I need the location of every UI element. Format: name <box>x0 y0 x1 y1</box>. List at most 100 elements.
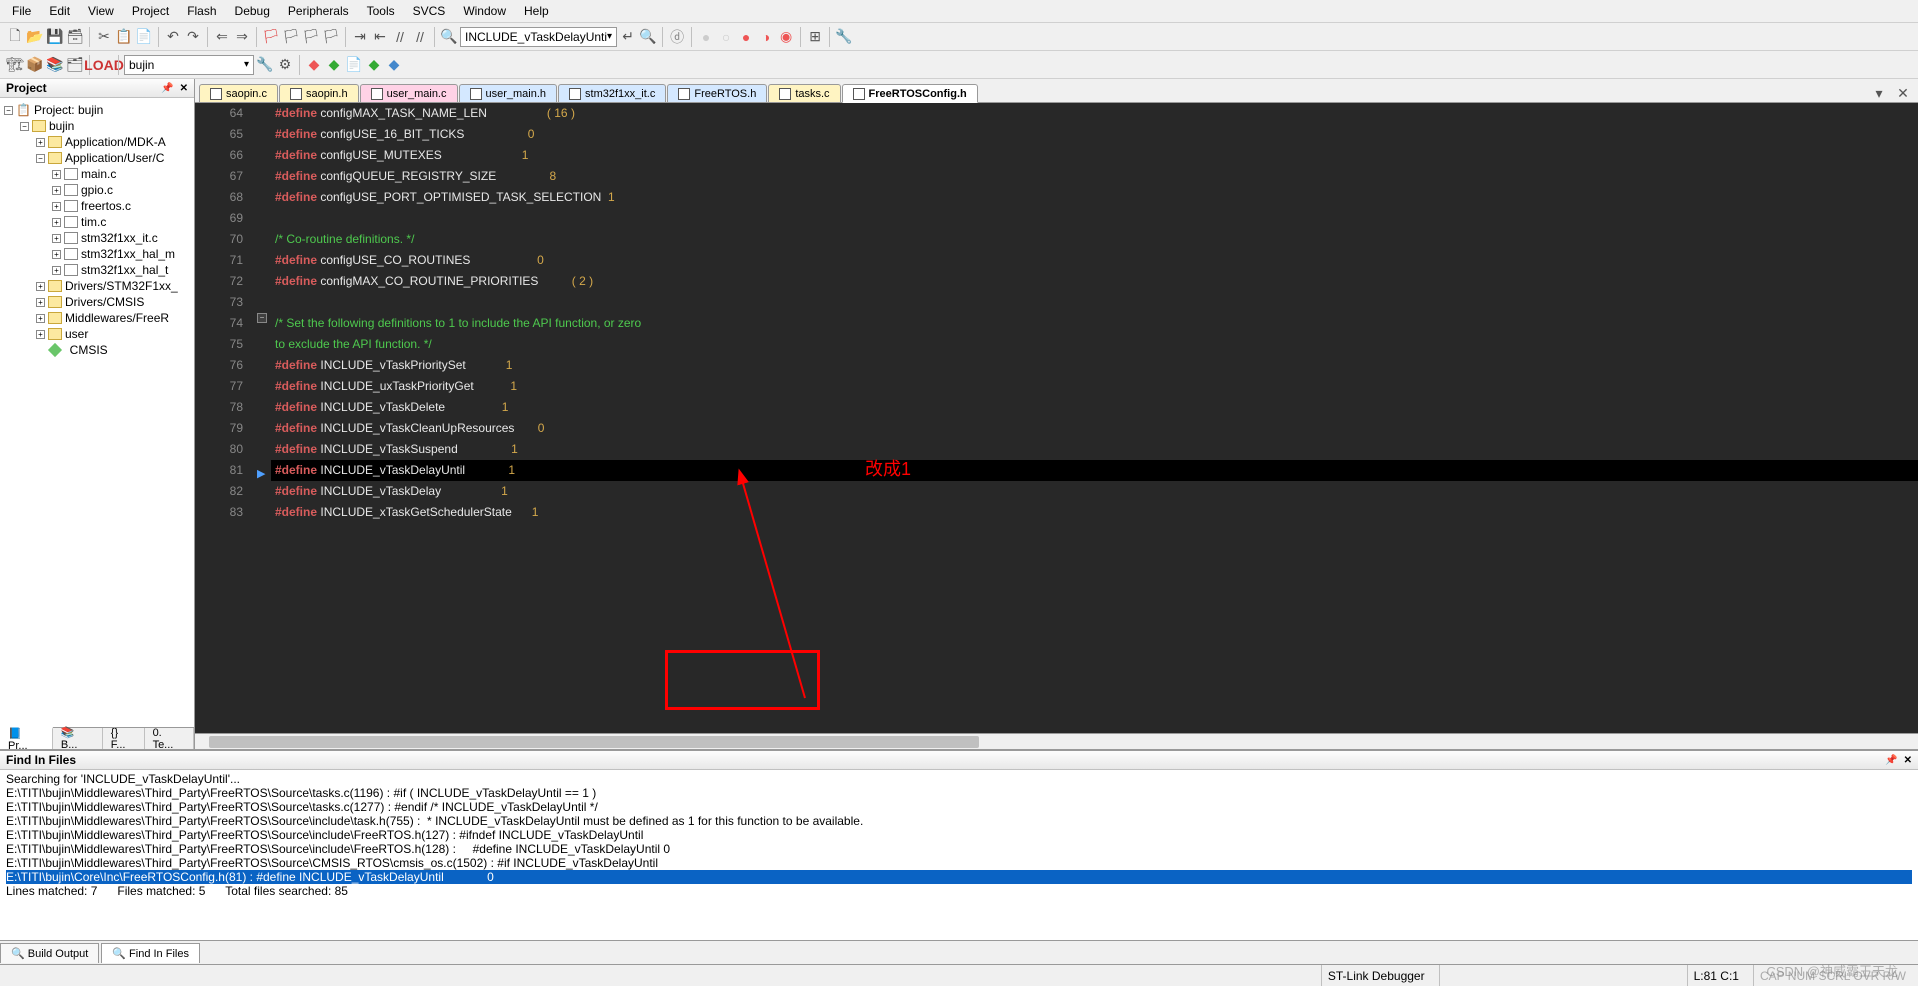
tree-group[interactable]: + user <box>2 326 192 342</box>
code-line[interactable]: 67#define configQUEUE_REGISTRY_SIZE 8 <box>195 166 1918 187</box>
editor-tab-saopin.c[interactable]: saopin.c <box>199 84 278 102</box>
bookmark-next-icon[interactable]: 🏳 <box>302 28 320 46</box>
options-icon[interactable]: 🔧 <box>256 56 274 74</box>
find-result-line[interactable]: E:\TITI\bujin\Middlewares\Third_Party\Fr… <box>6 800 1912 814</box>
rte-icon[interactable]: ◆ <box>325 56 343 74</box>
download-icon[interactable]: LOAD <box>95 56 113 74</box>
code-line[interactable]: 74−/* Set the following definitions to 1… <box>195 313 1918 334</box>
save-icon[interactable]: 💾 <box>46 28 64 46</box>
find-result-selected[interactable]: E:\TITI\bujin\Core\Inc\FreeRTOSConfig.h(… <box>6 870 1912 884</box>
comment-icon[interactable]: // <box>391 28 409 46</box>
tree-file[interactable]: + stm32f1xx_hal_t <box>2 262 192 278</box>
code-line[interactable]: 66#define configUSE_MUTEXES 1 <box>195 145 1918 166</box>
bp2-icon[interactable]: ○ <box>717 28 735 46</box>
editor-tab-FreeRTOS.h[interactable]: FreeRTOS.h <box>667 84 767 102</box>
cut-icon[interactable]: ✂ <box>95 28 113 46</box>
tree-file[interactable]: + stm32f1xx_it.c <box>2 230 192 246</box>
code-line[interactable]: 80#define INCLUDE_vTaskSuspend 1 <box>195 439 1918 460</box>
bookmark-icon[interactable]: 🏳 <box>262 28 280 46</box>
menu-debug[interactable]: Debug <box>227 2 278 20</box>
menu-tools[interactable]: Tools <box>359 2 403 20</box>
tree-file[interactable]: + main.c <box>2 166 192 182</box>
tree-file[interactable]: + freertos.c <box>2 198 192 214</box>
editor-tab-user_main.c[interactable]: user_main.c <box>360 84 458 102</box>
editor-tab-tasks.c[interactable]: tasks.c <box>768 84 840 102</box>
nav-back-icon[interactable]: ⇐ <box>213 28 231 46</box>
editor-tab-user_main.h[interactable]: user_main.h <box>459 84 558 102</box>
tab-dropdown-icon[interactable]: ▾ <box>1870 84 1888 102</box>
find-icon[interactable]: 🔍 <box>440 28 458 46</box>
bp5-icon[interactable]: ◉ <box>777 28 795 46</box>
project-tree[interactable]: −📋 Project: bujin− bujin+ Application/MD… <box>0 98 194 727</box>
code-line[interactable]: 68#define configUSE_PORT_OPTIMISED_TASK_… <box>195 187 1918 208</box>
menu-edit[interactable]: Edit <box>41 2 78 20</box>
tree-file[interactable]: + tim.c <box>2 214 192 230</box>
code-line[interactable]: 83#define INCLUDE_xTaskGetSchedulerState… <box>195 502 1918 523</box>
code-line[interactable]: 81▶#define INCLUDE_vTaskDelayUntil 1 <box>195 460 1918 481</box>
horizontal-scrollbar[interactable] <box>195 733 1918 749</box>
target-dropdown[interactable]: bujin <box>124 55 254 75</box>
editor-tab-saopin.h[interactable]: saopin.h <box>279 84 359 102</box>
menu-flash[interactable]: Flash <box>179 2 224 20</box>
menu-svcs[interactable]: SVCS <box>405 2 454 20</box>
close-icon[interactable]: ✕ <box>1904 755 1912 766</box>
find-result-line[interactable]: E:\TITI\bujin\Middlewares\Third_Party\Fr… <box>6 828 1912 842</box>
manage-icon[interactable]: ◆ <box>305 56 323 74</box>
tab-close-icon[interactable]: ✕ <box>1894 84 1912 102</box>
code-editor[interactable]: 64#define configMAX_TASK_NAME_LEN ( 16 )… <box>195 103 1918 733</box>
find-result-line[interactable]: Searching for 'INCLUDE_vTaskDelayUntil'.… <box>6 772 1912 786</box>
bookmark-clear-icon[interactable]: 🏳 <box>322 28 340 46</box>
find-result-line[interactable]: E:\TITI\bujin\Middlewares\Third_Party\Fr… <box>6 786 1912 800</box>
editor-tab-stm32f1xx_it.c[interactable]: stm32f1xx_it.c <box>558 84 666 102</box>
menu-window[interactable]: Window <box>455 2 514 20</box>
breakpoint-icon[interactable]: ● <box>697 28 715 46</box>
books-icon[interactable]: ◆ <box>365 56 383 74</box>
code-line[interactable]: 76#define INCLUDE_vTaskPrioritySet 1 <box>195 355 1918 376</box>
find-tab[interactable]: 🔍 Find In Files <box>101 943 200 963</box>
file-ext-icon[interactable]: 📄 <box>345 56 363 74</box>
bottom-tab[interactable]: {} F... <box>103 728 145 749</box>
code-line[interactable]: 73 <box>195 292 1918 313</box>
menu-file[interactable]: File <box>4 2 39 20</box>
bp4-icon[interactable]: ◑ <box>757 28 775 46</box>
copy-icon[interactable]: 📋 <box>115 28 133 46</box>
tree-target[interactable]: − bujin <box>2 118 192 134</box>
bp3-icon[interactable]: ● <box>737 28 755 46</box>
tree-group[interactable]: + Application/MDK-A <box>2 134 192 150</box>
bottom-tab[interactable]: 📚 B... <box>53 728 103 749</box>
code-line[interactable]: 82#define INCLUDE_vTaskDelay 1 <box>195 481 1918 502</box>
code-line[interactable]: 64#define configMAX_TASK_NAME_LEN ( 16 ) <box>195 103 1918 124</box>
tree-root[interactable]: −📋 Project: bujin <box>2 102 192 118</box>
tree-cmsis[interactable]: CMSIS <box>2 342 192 358</box>
code-line[interactable]: 78#define INCLUDE_vTaskDelete 1 <box>195 397 1918 418</box>
pin-icon[interactable]: 📌 <box>1885 755 1897 766</box>
tree-group[interactable]: + Middlewares/FreeR <box>2 310 192 326</box>
window-icon[interactable]: ⊞ <box>806 28 824 46</box>
uncomment-icon[interactable]: // <box>411 28 429 46</box>
code-line[interactable]: 72#define configMAX_CO_ROUTINE_PRIORITIE… <box>195 271 1918 292</box>
build-all-icon[interactable]: 📚 <box>46 56 64 74</box>
rebuild-icon[interactable]: 📦 <box>26 56 44 74</box>
indent-in-icon[interactable]: ⇥ <box>351 28 369 46</box>
undo-icon[interactable]: ↶ <box>164 28 182 46</box>
save-all-icon[interactable]: 🗃 <box>66 28 84 46</box>
tree-file[interactable]: + stm32f1xx_hal_m <box>2 246 192 262</box>
bookmark-prev-icon[interactable]: 🏳 <box>282 28 300 46</box>
redo-icon[interactable]: ↷ <box>184 28 202 46</box>
bottom-tab[interactable]: 0. Te... <box>145 728 194 749</box>
new-icon[interactable]: 🗋 <box>6 28 24 46</box>
config-icon[interactable]: 🔧 <box>835 28 853 46</box>
target-opt-icon[interactable]: ⚙ <box>276 56 294 74</box>
menu-view[interactable]: View <box>80 2 122 20</box>
debug-icon[interactable]: ⓓ <box>668 28 686 46</box>
code-line[interactable]: 70/* Co-routine definitions. */ <box>195 229 1918 250</box>
tree-group[interactable]: + Drivers/STM32F1xx_ <box>2 278 192 294</box>
help-icon[interactable]: ◆ <box>385 56 403 74</box>
tree-group[interactable]: − Application/User/C <box>2 150 192 166</box>
close-icon[interactable]: ✕ <box>180 83 188 94</box>
menu-help[interactable]: Help <box>516 2 557 20</box>
find-result-line[interactable]: E:\TITI\bujin\Middlewares\Third_Party\Fr… <box>6 814 1912 828</box>
code-line[interactable]: 65#define configUSE_16_BIT_TICKS 0 <box>195 124 1918 145</box>
indent-out-icon[interactable]: ⇤ <box>371 28 389 46</box>
tree-file[interactable]: + gpio.c <box>2 182 192 198</box>
